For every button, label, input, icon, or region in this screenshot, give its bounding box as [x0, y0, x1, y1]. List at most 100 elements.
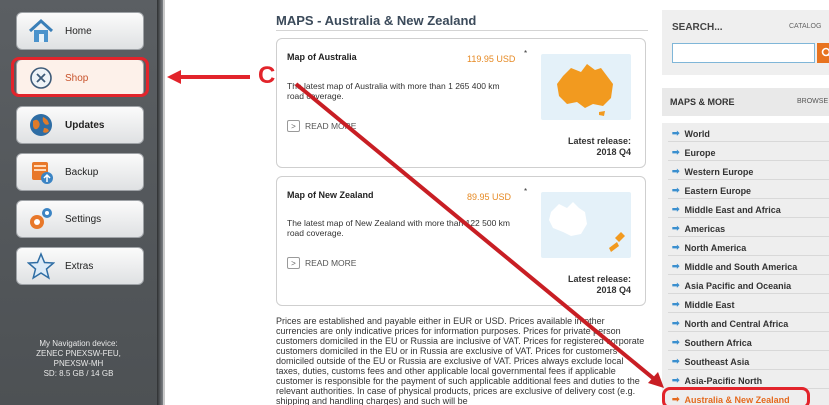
read-more-label: READ MORE [305, 258, 357, 268]
region-separator [668, 369, 829, 370]
region-item[interactable]: ➡ North America [672, 242, 746, 253]
chevron-right-icon: > [287, 120, 300, 132]
region-item-label: Asia-Pacific North [684, 375, 763, 386]
arrow-right-icon: ➡ [672, 223, 680, 233]
nav-backup-label: Backup [65, 166, 99, 178]
region-item[interactable]: ➡ World [672, 128, 710, 139]
nav-updates-label: Updates [65, 119, 105, 131]
arrow-right-icon: ➡ [672, 128, 680, 138]
latest-release-label: Latest release: [567, 274, 631, 284]
region-separator [668, 293, 829, 294]
region-separator [668, 179, 829, 180]
catalog-tab[interactable]: CATALOG [789, 23, 821, 30]
arrow-right-icon: ➡ [672, 204, 680, 214]
region-item-label: North America [684, 242, 747, 253]
search-button[interactable] [817, 43, 829, 63]
region-item-label: Europe [684, 147, 716, 158]
sidebar-divider [163, 0, 165, 405]
region-separator [668, 274, 829, 275]
browse-tab[interactable]: BROWSE [797, 98, 828, 105]
region-item[interactable]: ➡ Middle and South America [672, 261, 797, 272]
region-separator [668, 160, 829, 161]
region-item[interactable]: ➡ Southeast Asia [672, 356, 749, 367]
read-more-link[interactable]: > READ MORE [287, 120, 356, 132]
region-separator [668, 312, 829, 313]
title-divider [276, 30, 648, 31]
australia-map-thumbnail[interactable] [541, 54, 631, 120]
selected-region-highlight-outline [662, 387, 810, 405]
region-separator [668, 255, 829, 256]
region-item-label: Southeast Asia [684, 356, 750, 367]
arrow-right-icon: ➡ [672, 318, 680, 328]
device-info: My Navigation device: ZENEC PNEXSW-FEU, … [0, 339, 157, 379]
nav-backup-button[interactable]: Backup [16, 153, 144, 191]
nav-home-label: Home [65, 25, 92, 37]
region-item[interactable]: ➡ Middle East [672, 299, 735, 310]
region-item-label: Americas [684, 223, 726, 234]
region-item[interactable]: ➡ Europe [672, 147, 716, 158]
search-icon [821, 47, 829, 57]
region-item-label: Asia Pacific and Oceania [684, 280, 792, 291]
backup-icon [27, 158, 55, 186]
latest-release-value: 2018 Q4 [596, 285, 631, 295]
home-icon [27, 17, 55, 45]
price-footnote-mark: * [524, 187, 528, 196]
arrow-right-icon: ➡ [672, 147, 680, 157]
star-icon [27, 252, 55, 280]
nav-home-button[interactable]: Home [16, 12, 144, 50]
arrow-right-icon: ➡ [672, 337, 680, 347]
device-info-line: PNEXSW-MH [53, 359, 104, 368]
device-info-line: ZENEC PNEXSW-FEU, [36, 349, 121, 358]
product-title[interactable]: Map of New Zealand [287, 190, 374, 200]
region-item-label: Middle East [684, 299, 735, 310]
chevron-right-icon: > [287, 257, 300, 269]
read-more-link[interactable]: > READ MORE [287, 257, 356, 269]
nav-settings-button[interactable]: Settings [16, 200, 144, 238]
arrow-right-icon: ➡ [672, 280, 680, 290]
search-input[interactable] [672, 43, 815, 63]
latest-release: Latest release: 2018 Q4 [531, 136, 631, 158]
region-item[interactable]: ➡ Eastern Europe [672, 185, 751, 196]
nav-updates-button[interactable]: Updates [16, 106, 144, 144]
device-info-line: SD: 8.5 GB / 14 GB [43, 369, 114, 378]
product-price: 119.95 USD [467, 54, 516, 64]
region-item-label: Southern Africa [684, 337, 752, 348]
region-item[interactable]: ➡ Middle East and Africa [672, 204, 781, 215]
read-more-label: READ MORE [305, 121, 357, 131]
region-item[interactable]: ➡ North and Central Africa [672, 318, 788, 329]
settings-gear-icon [27, 205, 55, 233]
arrow-right-icon: ➡ [672, 166, 680, 176]
region-item-label: Middle and South America [684, 261, 798, 272]
region-item[interactable]: ➡ Asia Pacific and Oceania [672, 280, 791, 291]
arrow-right-icon: ➡ [672, 185, 680, 195]
product-title[interactable]: Map of Australia [287, 52, 357, 62]
updates-globe-icon [27, 111, 55, 139]
shop-highlight-outline [11, 57, 149, 97]
maps-more-title: MAPS & MORE [670, 97, 735, 107]
arrow-right-icon: ➡ [672, 261, 680, 271]
arrow-right-icon: ➡ [672, 242, 680, 252]
product-price: 89.95 USD [467, 192, 512, 202]
new-zealand-map-thumbnail[interactable] [541, 192, 631, 258]
region-item-label: North and Central Africa [684, 318, 789, 329]
product-description: The latest map of Australia with more th… [287, 81, 500, 101]
price-disclaimer: Prices are established and payable eithe… [276, 316, 645, 405]
region-item[interactable]: ➡ Western Europe [672, 166, 753, 177]
region-separator [668, 217, 829, 218]
product-card-new-zealand: Map of New Zealand 89.95 USD * The lates… [276, 176, 646, 306]
arrow-right-icon: ➡ [672, 356, 680, 366]
region-item[interactable]: ➡ Southern Africa [672, 337, 752, 348]
region-item-label: Eastern Europe [684, 185, 752, 196]
region-item-label: Western Europe [684, 166, 754, 177]
nav-settings-label: Settings [65, 213, 102, 225]
nav-extras-button[interactable]: Extras [16, 247, 144, 285]
region-item[interactable]: ➡ Americas [672, 223, 725, 234]
region-separator [668, 198, 829, 199]
region-item[interactable]: ➡ Asia-Pacific North [672, 375, 762, 386]
product-card-australia: Map of Australia 119.95 USD * The latest… [276, 38, 646, 168]
price-footnote-mark: * [524, 49, 528, 58]
search-title: SEARCH... [672, 22, 723, 33]
arrow-right-icon: ➡ [672, 299, 680, 309]
region-item-label: Middle East and Africa [684, 204, 781, 215]
page-title: MAPS - Australia & New Zealand [276, 13, 477, 28]
